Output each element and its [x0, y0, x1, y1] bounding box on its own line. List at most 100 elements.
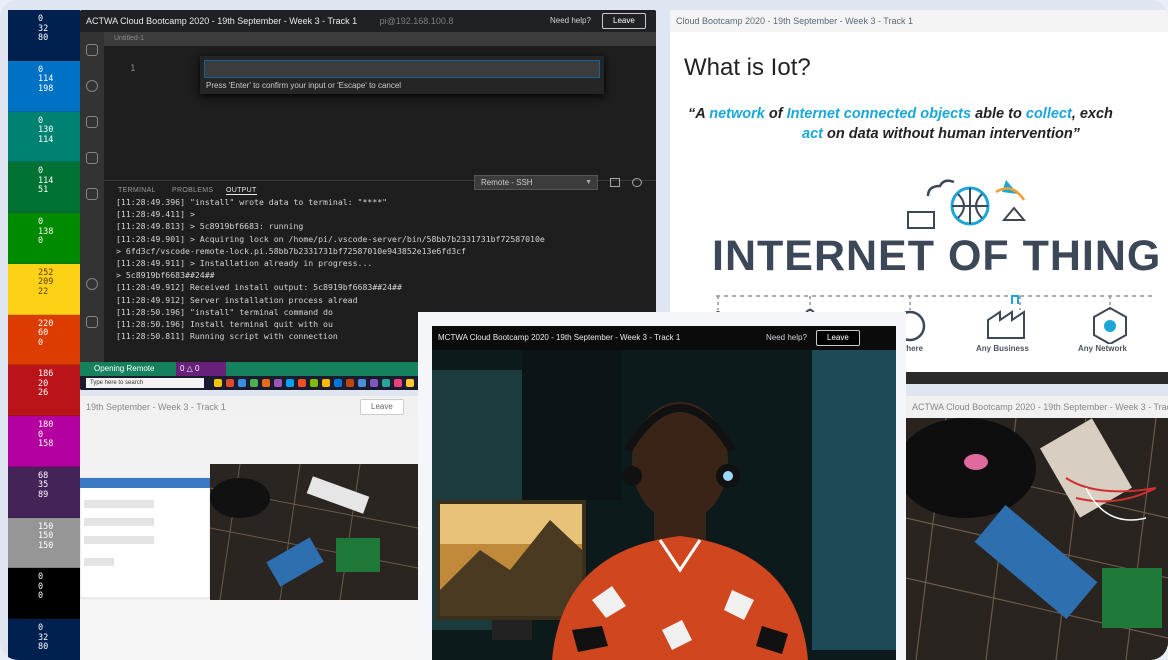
taskbar-app-icon[interactable]	[358, 379, 366, 387]
log-line: [11:28:49.911] > Installation already in…	[116, 258, 373, 269]
taskbar-app-icon[interactable]	[406, 379, 414, 387]
tab-terminal[interactable]: TERMINAL	[118, 187, 156, 194]
leave-button[interactable]: Leave	[816, 330, 860, 346]
log-line: [11:28:49.901] > Acquiring lock on /home…	[116, 233, 545, 244]
swatch-value: 51	[38, 185, 49, 196]
run-debug-icon[interactable]	[86, 152, 98, 164]
color-swatch: 186 20 26	[8, 365, 80, 417]
swatch-value: 22	[38, 286, 49, 297]
swatch-value: 198	[38, 83, 54, 94]
need-help-link[interactable]: Need help?	[550, 10, 591, 32]
quote-text: of	[764, 106, 787, 122]
taskbar-app-icon[interactable]	[370, 379, 378, 387]
iot-label-network: Any Network	[1078, 344, 1127, 353]
taskbar-app-icon[interactable]	[334, 379, 342, 387]
color-swatch: 220 60 0	[8, 314, 80, 366]
vscode-tab-strip: Untitled-1	[104, 32, 656, 46]
output-channel-select[interactable]: Remote - SSH ▼	[474, 175, 598, 190]
color-swatch: 252 209 22	[8, 263, 80, 315]
account-icon[interactable]	[86, 278, 98, 290]
taskbar-app-icon[interactable]	[310, 379, 318, 387]
need-help-link[interactable]: Need help?	[766, 326, 807, 350]
log-line: > 5c8919bf6683##24##	[116, 270, 215, 281]
camera-thumbnail-right[interactable]: ACTWA Cloud Bootcamp 2020 - 19th Septemb…	[906, 396, 1168, 660]
meeting-title: ACTWA Cloud Bootcamp 2020 - 19th Septemb…	[912, 402, 1168, 412]
slide-heading: What is Iot?	[684, 54, 811, 81]
quote-keyword: network	[709, 106, 765, 122]
color-swatch: 0 32 80	[8, 10, 80, 61]
leave-button[interactable]: Leave	[602, 13, 646, 29]
problem-counts[interactable]: 0 △ 0	[176, 362, 226, 376]
settings-gear-icon[interactable]	[86, 316, 98, 328]
swatch-value: 138	[38, 226, 54, 237]
swatch-value: 26	[38, 388, 49, 399]
taskbar-app-icon[interactable]	[346, 379, 354, 387]
iot-headline: INTERNET OF THING	[712, 232, 1162, 280]
meeting-title: 19th September - Week 3 - Track 1	[86, 402, 226, 412]
vscode-activity-bar	[80, 32, 104, 368]
log-line: > 6fd3cf/vscode-remote-lock.pi.58bb7b233…	[116, 245, 466, 256]
source-control-icon[interactable]	[86, 116, 98, 128]
taskbar-app-icon[interactable]	[250, 379, 258, 387]
slide-title-bar: Cloud Bootcamp 2020 - 19th September - W…	[670, 10, 1168, 32]
swatch-value: 0	[38, 572, 44, 583]
meeting-title: MCTWA Cloud Bootcamp 2020 - 19th Septemb…	[438, 333, 681, 342]
swatch-value: 180	[38, 420, 54, 431]
remote-status[interactable]: Opening Remote	[94, 364, 154, 373]
clear-output-icon[interactable]	[610, 178, 620, 187]
thumbnail-title-bar: ACTWA Cloud Bootcamp 2020 - 19th Septemb…	[906, 396, 1168, 418]
hardware-scene-image	[80, 418, 418, 660]
color-swatch: 0 138 0	[8, 213, 80, 264]
swatch-value: 114	[38, 134, 54, 145]
command-input-box: Press 'Enter' to confirm your input or '…	[200, 56, 604, 94]
taskbar-app-icon[interactable]	[394, 379, 402, 387]
taskbar-app-icon[interactable]	[262, 379, 270, 387]
quote-keyword: act	[802, 126, 823, 142]
taskbar-app-icon[interactable]	[214, 379, 222, 387]
tab-problems[interactable]: PROBLEMS	[172, 187, 213, 194]
taskbar-app-icon[interactable]	[238, 379, 246, 387]
screenshot-stage: 0 32 80 0 114 198 0 130 114 0 114 51 0 138 0 252 209 22 22…	[0, 0, 1168, 660]
swatch-value: 80	[38, 33, 49, 43]
swatch-value: 150	[38, 540, 54, 551]
log-line: [11:28:49.912] Server installation proce…	[116, 294, 358, 305]
lock-scroll-icon[interactable]	[632, 178, 642, 187]
color-swatch-strip: 0 32 80 0 114 198 0 130 114 0 114 51 0 138 0 252 209 22 22…	[8, 10, 80, 660]
swatch-value: 0	[38, 337, 44, 348]
search-icon[interactable]	[86, 80, 98, 92]
extensions-icon[interactable]	[86, 188, 98, 200]
tab-output[interactable]: OUTPUT	[226, 187, 257, 195]
explorer-icon[interactable]	[86, 44, 98, 56]
command-input[interactable]	[204, 60, 600, 78]
quote-text: on data without human intervention”	[822, 126, 1080, 142]
leave-button[interactable]: Leave	[360, 399, 404, 415]
log-line: [11:28:49.912] Received install output: …	[116, 282, 402, 293]
taskbar-app-icon[interactable]	[322, 379, 330, 387]
swatch-value: 0	[38, 591, 44, 602]
quote-keyword: Internet connected objects	[786, 106, 972, 122]
iot-cluster-icon	[907, 179, 1027, 229]
quote-text: able to	[971, 106, 1026, 122]
meeting-title: Cloud Bootcamp 2020 - 19th September - W…	[676, 16, 913, 26]
camera-thumbnail-left[interactable]: 19th September - Week 3 - Track 1 Leave	[80, 396, 418, 660]
swatch-value: 60	[38, 328, 49, 339]
taskbar-app-icon[interactable]	[382, 379, 390, 387]
log-line: [11:28:49.396] "install" wrote data to t…	[116, 197, 388, 207]
taskbar-search[interactable]: Type here to search	[86, 378, 204, 388]
color-swatch: 0 114 198	[8, 60, 80, 112]
swatch-value: 89	[38, 489, 49, 500]
chevron-down-icon: ▼	[585, 179, 592, 186]
taskbar-app-icon[interactable]	[286, 379, 294, 387]
swatch-value: 158	[38, 439, 54, 450]
speaker-video-panel[interactable]: MCTWA Cloud Bootcamp 2020 - 19th Septemb…	[418, 312, 906, 660]
color-swatch: 0 114 51	[8, 162, 80, 214]
swatch-value: 80	[38, 642, 49, 653]
quote-keyword: collect	[1025, 106, 1072, 122]
taskbar-app-icon[interactable]	[226, 379, 234, 387]
editor-tab[interactable]: Untitled-1	[114, 35, 144, 42]
taskbar-app-icon[interactable]	[274, 379, 282, 387]
slide-quote: “A network of Internet connected objects…	[688, 104, 1168, 144]
taskbar-app-icon[interactable]	[298, 379, 306, 387]
iot-label-business: Any Business	[976, 344, 1029, 353]
output-channel-value: Remote - SSH	[481, 178, 533, 187]
